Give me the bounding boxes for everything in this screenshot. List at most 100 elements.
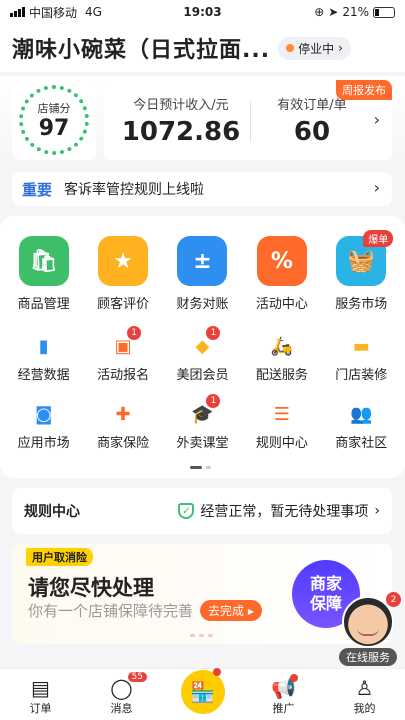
tile-basket[interactable]: 🧺 服务市场 爆单 xyxy=(323,230,399,312)
tool-paint-roller[interactable]: ▬ 门店装修 xyxy=(323,334,399,384)
tool-calendar[interactable]: ▣ 活动报名 1 xyxy=(85,326,161,383)
count-badge: 1 xyxy=(206,326,221,340)
count-badge: 1 xyxy=(206,394,221,408)
tool-label: 经营数据 xyxy=(17,368,70,383)
list-icon: ☰ xyxy=(273,403,290,425)
tile-label: 活动中心 xyxy=(255,297,308,312)
important-notice[interactable]: 重要 客诉率管控规则上线啦 › xyxy=(12,172,392,206)
assistant-badge: 2 xyxy=(386,592,401,607)
community-icon: 👥 xyxy=(350,403,373,425)
lock-rotation-icon: ⊕ xyxy=(314,5,325,19)
page-indicator xyxy=(190,466,211,469)
revenue-value: 1072.86 xyxy=(121,117,241,147)
notice-tag: 重要 xyxy=(22,180,53,199)
tool-label: 商家保险 xyxy=(97,436,150,451)
stats-section: 店铺分 97 今日预计收入/元 1072.86 有效订单/单 60 周报发布 › xyxy=(0,76,405,170)
store-score-card[interactable]: 店铺分 97 xyxy=(12,80,96,160)
tool-graduation-cap[interactable]: 🎓 外卖课堂 1 xyxy=(164,394,240,451)
revenue-card[interactable]: 今日预计收入/元 1072.86 有效订单/单 60 周报发布 › xyxy=(104,80,392,160)
location-icon: ➤ xyxy=(328,5,339,19)
orders-value: 60 xyxy=(293,117,331,147)
status-dot-icon xyxy=(286,44,295,52)
tab-store[interactable]: 🏪 xyxy=(163,668,243,716)
tab-profile[interactable]: ♙ 我的 xyxy=(325,676,405,716)
insurance-icon: ✚ xyxy=(115,403,131,425)
store-status-label: 停业中 xyxy=(298,41,335,56)
tile-calculator[interactable]: ± 财务对账 xyxy=(164,236,240,312)
store-header: 潮味小碗菜（日式拉面... 停业中 › xyxy=(0,24,405,72)
tab-chat[interactable]: ◯ 消息 55 xyxy=(82,672,162,716)
store-name[interactable]: 潮味小碗菜（日式拉面... xyxy=(12,32,270,64)
tool-label: 美团会员 xyxy=(176,368,229,383)
feature-grid: 🛍 商品管理 ★ 顾客评价 ± 财务对账% 活动中心 🧺 服务市场 爆单 ▮ 经营数据 ▣ 活动报名 1 ◆… xyxy=(0,216,405,478)
notification-dot xyxy=(289,674,298,682)
scooter-icon: 🛵 xyxy=(270,335,294,357)
tool-community[interactable]: 👥 商家社区 xyxy=(323,402,399,452)
chevron-right-icon: › xyxy=(374,503,380,519)
promo-button-label: 去完成 xyxy=(208,604,245,618)
rating-icon: ★ xyxy=(98,236,149,286)
online-service-button[interactable]: 2 在线服务 xyxy=(339,592,401,668)
store-status-toggle[interactable]: 停业中 › xyxy=(278,36,351,60)
insurance-promo-card[interactable]: 用户取消险 请您尽快处理 你有一个店铺保障待完善 去完成 ▸ 商家 保障 xyxy=(12,544,392,644)
tool-scooter[interactable]: 🛵 配送服务 xyxy=(244,334,320,384)
notification-dot xyxy=(212,668,221,676)
message-count-badge: 55 xyxy=(127,672,147,682)
tile-bag[interactable]: 🛍 商品管理 xyxy=(6,236,82,312)
weekly-report-tag[interactable]: 周报发布 xyxy=(336,80,392,100)
tab-label: 订单 xyxy=(29,702,52,715)
tool-bar-chart[interactable]: ▮ 经营数据 xyxy=(6,334,82,384)
tile-rating[interactable]: ★ 顾客评价 xyxy=(85,236,161,312)
divider xyxy=(250,102,251,142)
tool-label: 活动报名 xyxy=(97,368,150,383)
promo-title: 请您尽快处理 xyxy=(28,576,154,600)
tool-vip[interactable]: ◆ 美团会员 1 xyxy=(164,326,240,383)
tab-order[interactable]: ▤ 订单 xyxy=(1,676,81,716)
battery-percent: 21% xyxy=(342,5,369,19)
network-type: 4G xyxy=(85,5,102,19)
badge-line2: 保障 xyxy=(309,594,342,613)
chevron-right-icon: › xyxy=(373,178,380,197)
tab-bar: ▤ 订单 ◯ 消息 55 🏪 📢 推广 ♙ 我的 xyxy=(0,668,405,720)
rules-title: 规则中心 xyxy=(24,504,80,520)
score-value: 97 xyxy=(38,115,70,141)
signal-icon xyxy=(10,7,25,17)
tile-coupon[interactable]: % 活动中心 xyxy=(244,236,320,312)
assistant-label: 在线服务 xyxy=(339,648,397,666)
tool-insurance[interactable]: ✚ 商家保险 xyxy=(85,402,161,452)
score-label: 店铺分 xyxy=(37,101,71,115)
tile-label: 财务对账 xyxy=(176,297,229,312)
badge-line1: 商家 xyxy=(309,574,342,593)
coupon-icon: % xyxy=(256,236,307,286)
tab-megaphone[interactable]: 📢 推广 xyxy=(244,674,324,716)
tool-label: 规则中心 xyxy=(255,436,308,451)
rules-center-bar[interactable]: 规则中心 ✓ 经营正常，暂无待处理事项 › xyxy=(12,488,392,534)
score-ring: 店铺分 97 xyxy=(19,85,89,155)
profile-icon: ♙ xyxy=(355,676,374,700)
carrier-name: 中国移动 xyxy=(29,5,78,20)
store-icon: 🏪 xyxy=(180,670,225,714)
tile-label: 服务市场 xyxy=(335,297,388,312)
tool-label: 配送服务 xyxy=(255,368,308,383)
tile-label: 顾客评价 xyxy=(97,297,150,312)
status-bar: 中国移动 4G 19:03 ⊕ ➤ 21% xyxy=(0,0,405,24)
count-badge: 1 xyxy=(127,326,142,340)
battery-icon xyxy=(373,6,395,18)
tool-list[interactable]: ☰ 规则中心 xyxy=(244,402,320,452)
tool-shopping-bag[interactable]: ◙ 应用市场 xyxy=(6,402,82,452)
tab-label: 消息 xyxy=(110,702,133,715)
calculator-icon: ± xyxy=(177,236,228,286)
chevron-right-icon: › xyxy=(373,110,380,129)
bar-chart-icon: ▮ xyxy=(38,335,49,357)
shopping-bag-icon: ◙ xyxy=(34,403,53,425)
revenue-label: 今日预计收入/元 xyxy=(133,98,229,113)
tool-label: 门店装修 xyxy=(335,368,388,383)
shield-check-icon: ✓ xyxy=(178,503,195,519)
promo-tag: 用户取消险 xyxy=(26,548,93,566)
promo-action-button[interactable]: 去完成 ▸ xyxy=(200,600,262,621)
rules-status: 经营正常，暂无待处理事项 xyxy=(200,504,369,520)
tool-label: 商家社区 xyxy=(335,436,388,451)
tab-label: 推广 xyxy=(272,702,295,715)
paint-roller-icon: ▬ xyxy=(352,335,370,357)
clock: 19:03 xyxy=(183,5,222,19)
